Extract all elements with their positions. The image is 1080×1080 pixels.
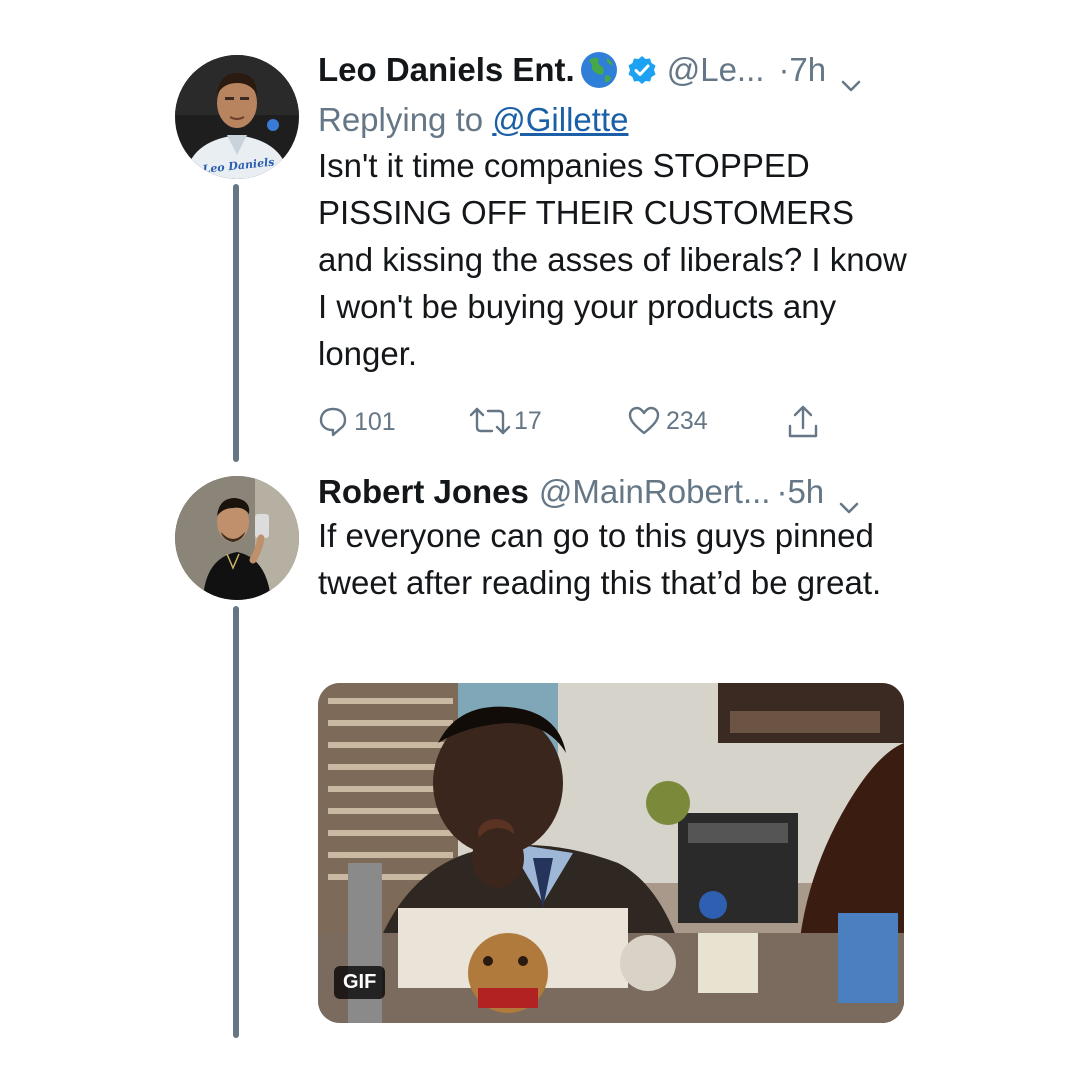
globe-icon [579,50,619,90]
chevron-down-icon[interactable] [838,485,860,514]
timestamp[interactable]: ·5h [776,473,824,511]
retweet-icon [469,407,511,435]
timestamp[interactable]: ·7h [778,51,826,89]
share-icon [788,405,818,438]
like-count: 234 [666,406,708,435]
gif-media[interactable]: GIF [318,683,904,1023]
retweet-button[interactable]: 17 [468,406,542,436]
chevron-down-icon[interactable] [840,63,862,92]
reply-button[interactable]: 101 [318,406,396,438]
tweet-header: Robert Jones @MainRobert... ·5h [318,472,918,514]
retweet-count: 17 [514,406,542,435]
avatar-robert-jones[interactable] [175,476,299,600]
thread-line-lower [233,606,239,1038]
tweet-text: If everyone can go to this guys pinned t… [318,517,882,601]
tweet-robert-jones[interactable]: Robert Jones @MainRobert... ·5h If every… [318,472,918,606]
reply-count: 101 [354,407,396,436]
verified-badge-icon [627,55,657,85]
avatar-leo-daniels[interactable]: Leo Daniels [175,55,299,179]
like-button[interactable]: 234 [628,406,708,436]
thread-line-upper [233,184,239,462]
tweet-actions: 101 17 234 [318,404,858,444]
handle[interactable]: @MainRobert... [539,473,771,511]
tweet-leo-daniels[interactable]: Leo Daniels Ent. @Le... ·7h Replying to … [318,50,918,377]
handle[interactable]: @Le... [667,51,765,89]
gif-frame [318,683,904,1023]
replying-to-link[interactable]: @Gillette [492,101,628,138]
replying-to-prefix: Replying to [318,101,493,138]
tweet-header: Leo Daniels Ent. @Le... ·7h [318,50,918,92]
display-name[interactable]: Leo Daniels Ent. [318,51,575,89]
reply-icon [319,407,347,437]
heart-icon [628,406,660,435]
tweet-text: Isn't it time companies STOPPED PISSING … [318,147,907,372]
share-button[interactable] [786,404,820,440]
replying-to: Replying to @Gillette [318,100,918,140]
display-name[interactable]: Robert Jones [318,473,529,511]
gif-badge: GIF [334,966,386,999]
